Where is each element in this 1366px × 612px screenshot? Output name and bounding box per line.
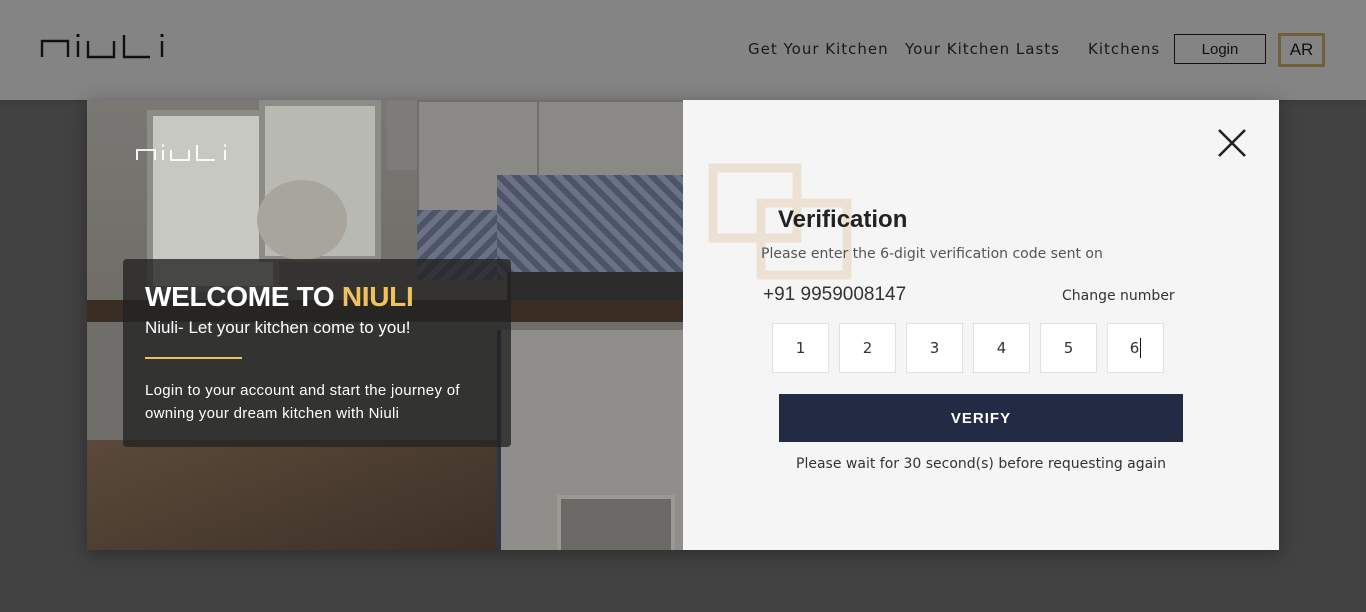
otp-digit-2[interactable]: 2 (839, 323, 896, 373)
verification-title: Verification (778, 206, 908, 233)
niuli-logo[interactable] (40, 33, 178, 63)
verification-description: Please enter the 6-digit verification co… (761, 246, 1103, 262)
close-icon[interactable] (1215, 126, 1249, 160)
welcome-tagline: Niuli- Let your kitchen come to you! (145, 318, 411, 337)
nav-get-your-kitchen[interactable]: Get Your Kitchen (748, 40, 889, 58)
welcome-card: WELCOME TO NIULI Niuli- Let your kitchen… (123, 259, 511, 447)
verification-modal: WELCOME TO NIULI Niuli- Let your kitchen… (87, 100, 1279, 550)
welcome-brand: NIULI (341, 281, 414, 312)
welcome-prefix: WELCOME TO (145, 281, 335, 312)
welcome-heading: WELCOME TO NIULI (145, 281, 414, 313)
otp-digit-3[interactable]: 3 (906, 323, 963, 373)
accent-divider (145, 357, 242, 359)
nav-your-kitchen-lasts[interactable]: Your Kitchen Lasts (905, 40, 1060, 58)
login-button[interactable]: Login (1174, 34, 1266, 64)
otp-digit-6[interactable]: 6 (1107, 323, 1164, 373)
resend-wait-message: Please wait for 30 second(s) before requ… (796, 456, 1166, 472)
language-ar-button[interactable]: AR (1278, 33, 1325, 67)
verification-panel: Verification Please enter the 6-digit ve… (683, 100, 1279, 550)
welcome-description: Login to your account and start the jour… (145, 382, 460, 422)
otp-digit-5[interactable]: 5 (1040, 323, 1097, 373)
otp-digit-1[interactable]: 1 (772, 323, 829, 373)
phone-number: +91 9959008147 (763, 284, 907, 305)
niuli-logo-white (135, 144, 237, 166)
nav-kitchens[interactable]: Kitchens (1088, 40, 1160, 58)
modal-hero-panel: WELCOME TO NIULI Niuli- Let your kitchen… (87, 100, 683, 550)
verify-button[interactable]: VERIFY (779, 394, 1183, 442)
site-header: Get Your Kitchen Your Kitchen Lasts Kitc… (0, 0, 1366, 100)
otp-digit-4[interactable]: 4 (973, 323, 1030, 373)
change-number-link[interactable]: Change number (1062, 288, 1175, 304)
